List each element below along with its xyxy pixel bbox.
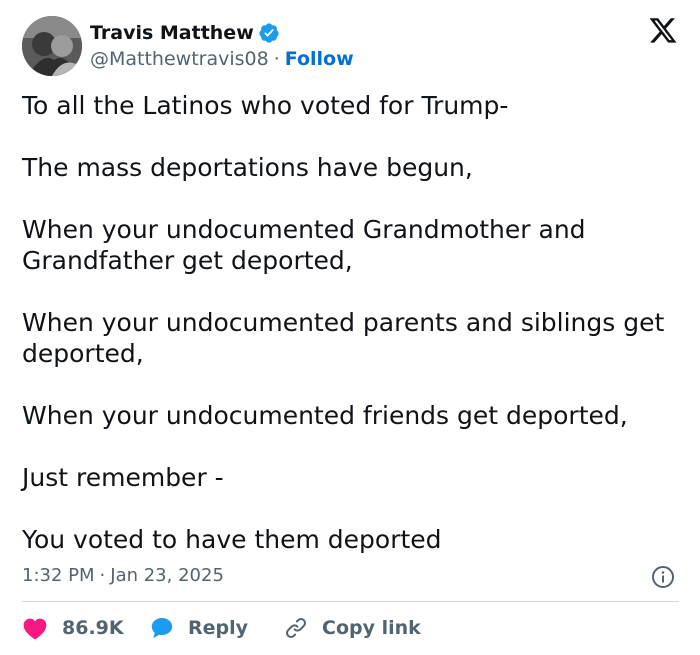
verified-badge-icon <box>259 23 279 43</box>
tweet-time: 1:32 PM <box>22 565 95 586</box>
tweet-timestamp[interactable]: 1:32 PM · Jan 23, 2025 <box>22 565 224 586</box>
author-display-name[interactable]: Travis Matthew <box>90 22 254 44</box>
author-handle-row: @Matthewtravis08 · Follow <box>90 48 354 70</box>
tweet-paragraph: When your undocumented Grandmother and G… <box>22 215 586 275</box>
like-count: 86.9K <box>62 617 124 639</box>
tweet-paragraph: The mass deportations have begun, <box>22 153 473 182</box>
tweet-actions: 86.9K Reply Copy link <box>22 614 421 642</box>
like-button[interactable]: 86.9K <box>22 616 150 640</box>
tweet-paragraph: When your undocumented friends get depor… <box>22 401 628 430</box>
tweet-paragraph: To all the Latinos who voted for Trump- <box>22 91 509 120</box>
timestamp-separator: · <box>99 565 106 586</box>
handle-separator: · <box>273 48 280 70</box>
x-logo-icon[interactable] <box>648 18 678 46</box>
avatar[interactable] <box>22 16 82 76</box>
avatar-photo <box>22 16 82 76</box>
tweet-paragraph: You voted to have them deported <box>22 525 442 554</box>
link-icon <box>286 618 306 638</box>
copy-link-button[interactable]: Copy link <box>284 616 421 640</box>
author-handle[interactable]: @Matthewtravis08 <box>90 48 269 70</box>
divider <box>22 601 679 602</box>
tweet-paragraph: When your undocumented parents and sibli… <box>22 308 665 368</box>
tweet-body: To all the Latinos who voted for Trump- … <box>22 90 687 555</box>
reply-bubble-icon <box>151 618 173 638</box>
reply-button[interactable]: Reply <box>150 616 284 640</box>
follow-button[interactable]: Follow <box>285 48 354 70</box>
reply-label: Reply <box>188 617 249 639</box>
tweet-date: Jan 23, 2025 <box>110 565 224 586</box>
info-icon[interactable] <box>651 565 675 589</box>
author-name-row: Travis Matthew <box>90 21 280 45</box>
copy-link-label: Copy link <box>322 617 421 639</box>
tweet-paragraph: Just remember - <box>22 463 224 492</box>
heart-icon <box>23 618 47 640</box>
tweet-card: Travis Matthew @Matthewtravis08 · Follow… <box>0 0 700 655</box>
